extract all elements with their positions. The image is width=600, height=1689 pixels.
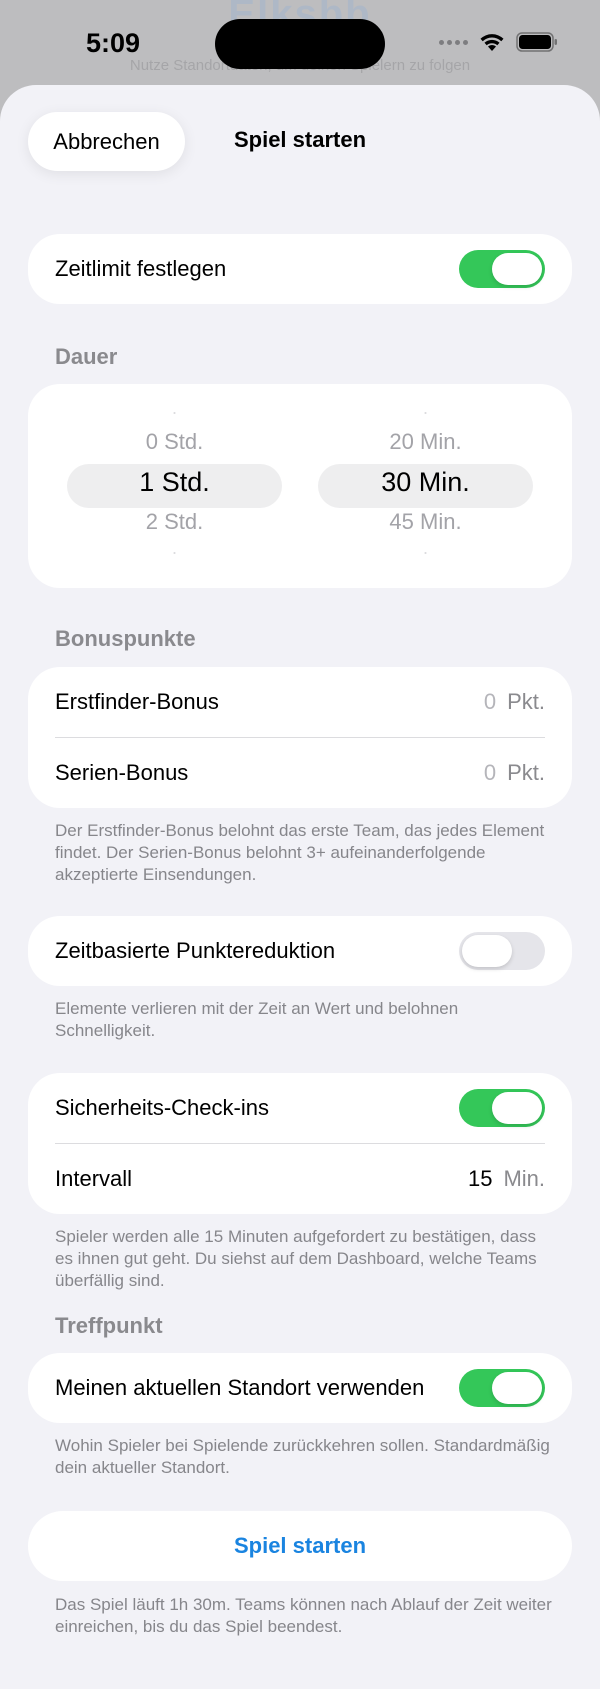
status-time: 5:09 — [86, 28, 141, 58]
sheet-title: Spiel starten — [233, 127, 367, 152]
safety-footnote: Spieler werden alle 15 Minuten aufgeford… — [55, 1227, 537, 1290]
safety-row: Sicherheits-Check-ins — [55, 1073, 545, 1143]
streak-value[interactable]: 0 — [484, 760, 496, 786]
cellular-signal-icon — [439, 39, 468, 45]
meeting-point-row: Meinen aktuellen Standort verwenden — [55, 1353, 545, 1423]
interval-row[interactable]: Intervall 15 Min. — [55, 1144, 545, 1214]
minutes-option-below[interactable]: 45 Min. — [318, 509, 533, 535]
status-bar: Elksbb Nutze Standortdaten, um deinen Sp… — [0, 0, 600, 86]
meeting-point-toggle[interactable] — [459, 1369, 545, 1407]
bonus-card: Erstfinder-Bonus 0 Pkt. Serien-Bonus 0 P… — [28, 667, 572, 808]
meeting-point-card: Meinen aktuellen Standort verwenden — [28, 1353, 572, 1423]
decay-toggle[interactable] — [459, 932, 545, 970]
decay-footnote: Elemente verlieren mit der Zeit an Wert … — [55, 999, 459, 1040]
interval-value[interactable]: 15 — [468, 1166, 492, 1192]
first-finder-label: Erstfinder-Bonus — [55, 689, 219, 714]
meeting-point-label: Meinen aktuellen Standort verwenden — [55, 1375, 425, 1400]
wifi-icon — [480, 34, 504, 51]
duration-picker-card: · 0 Std. 1 Std. 2 Std. · · 20 Min. 30 Mi… — [28, 384, 572, 588]
minutes-option-selected[interactable]: 30 Min. — [318, 467, 533, 498]
meeting-point-footnote: Wohin Spieler bei Spielende zurückkehren… — [55, 1436, 550, 1477]
streak-label: Serien-Bonus — [55, 760, 189, 785]
hours-option-above[interactable]: 0 Std. — [67, 429, 282, 455]
streak-row[interactable]: Serien-Bonus 0 Pkt. — [55, 738, 545, 808]
battery-icon — [516, 32, 557, 52]
time-limit-toggle[interactable] — [459, 250, 545, 288]
start-footnote: Das Spiel läuft 1h 30m. Teams können nac… — [55, 1595, 552, 1636]
meeting-point-header: Treffpunkt — [55, 1313, 163, 1338]
time-limit-card: Zeitlimit festlegen — [28, 234, 572, 304]
interval-unit: Min. — [503, 1166, 545, 1191]
minutes-picker[interactable]: · 20 Min. 30 Min. 45 Min. · — [318, 384, 533, 588]
safety-toggle[interactable] — [459, 1089, 545, 1127]
time-limit-label: Zeitlimit festlegen — [55, 256, 227, 281]
safety-card: Sicherheits-Check-ins Intervall 15 Min. — [28, 1073, 572, 1214]
bonus-footnote: Der Erstfinder-Bonus belohnt das erste T… — [55, 821, 545, 884]
hours-option-below[interactable]: 2 Std. — [67, 509, 282, 535]
start-game-sheet: Abbrechen Spiel starten Zeitlimit festle… — [0, 85, 600, 1689]
bonus-header: Bonuspunkte — [55, 626, 196, 651]
decay-label: Zeitbasierte Punktereduktion — [55, 938, 336, 963]
hours-option-selected[interactable]: 1 Std. — [67, 467, 282, 498]
interval-label: Intervall — [55, 1166, 133, 1191]
decay-card: Zeitbasierte Punktereduktion — [28, 916, 572, 986]
first-finder-value[interactable]: 0 — [484, 689, 496, 715]
duration-header: Dauer — [55, 344, 118, 369]
minutes-option-above[interactable]: 20 Min. — [318, 429, 533, 455]
start-game-button[interactable]: Spiel starten — [28, 1511, 572, 1581]
first-finder-row[interactable]: Erstfinder-Bonus 0 Pkt. — [55, 667, 545, 737]
decay-row: Zeitbasierte Punktereduktion — [55, 916, 545, 986]
dynamic-island — [215, 19, 385, 69]
first-finder-unit: Pkt. — [507, 689, 545, 714]
streak-unit: Pkt. — [507, 760, 545, 785]
status-icons — [439, 31, 558, 53]
time-limit-row: Zeitlimit festlegen — [55, 234, 545, 304]
safety-label: Sicherheits-Check-ins — [55, 1095, 269, 1120]
hours-picker[interactable]: · 0 Std. 1 Std. 2 Std. · — [67, 384, 282, 588]
